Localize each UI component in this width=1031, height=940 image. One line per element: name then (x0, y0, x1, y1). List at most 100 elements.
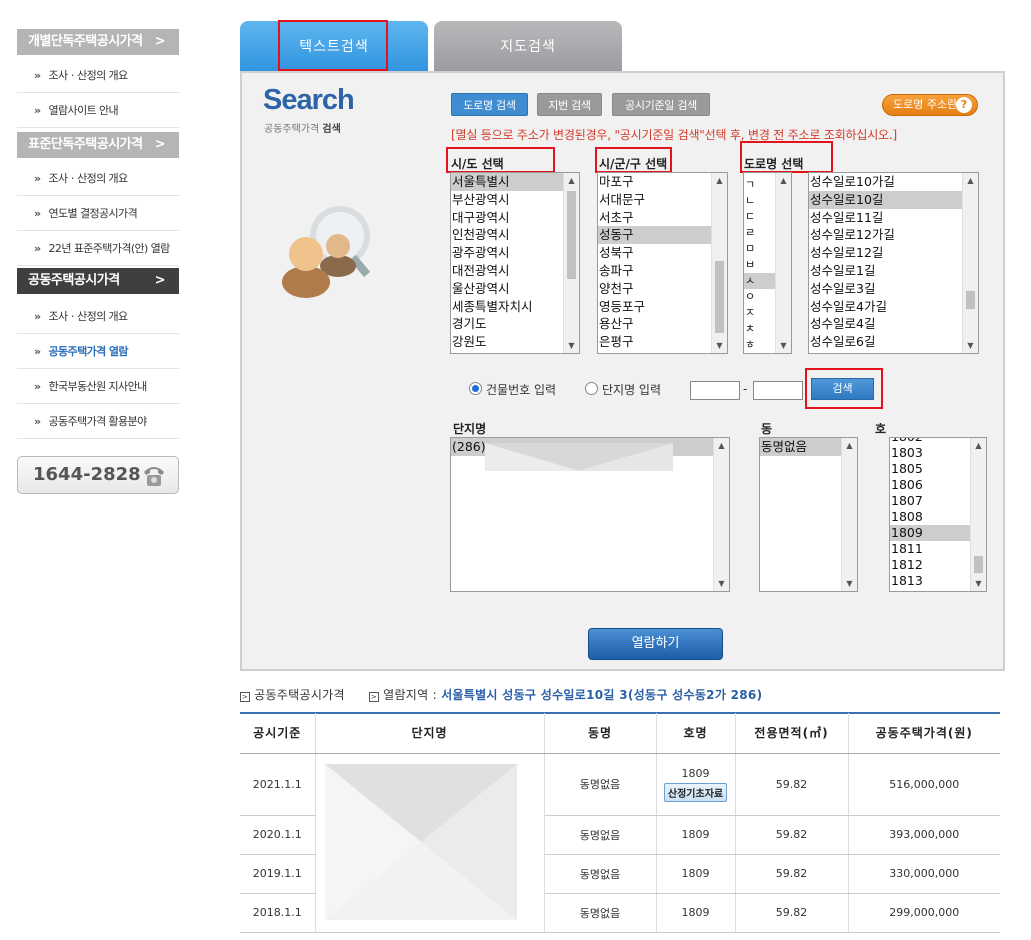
col-header: 공시기준 (240, 713, 316, 754)
list-item[interactable]: 1802 (890, 438, 970, 445)
list-item[interactable]: 동명없음 (760, 438, 841, 456)
list-item[interactable]: 성수일로11길 (809, 209, 962, 227)
list-item[interactable]: 송파구 (598, 262, 711, 280)
ho-select[interactable]: 1802180318051806180718081809181118121813… (889, 437, 987, 592)
sigungu-select[interactable]: 마포구 서대문구 서초구 성동구 성북구 송파구 양천구 영등포구 용산구 은평구 ▲ ▼ (597, 172, 728, 354)
complex-label: 단지명 (453, 422, 487, 436)
list-item[interactable]: 1811 (890, 541, 970, 557)
scrollbar[interactable]: ▲ ▼ (962, 173, 978, 353)
list-item[interactable]: 서울특별시 (451, 173, 563, 191)
sidebar-item[interactable]: » 공동주택가격 활용분야 (17, 405, 179, 439)
list-item[interactable]: 1808 (890, 509, 970, 525)
date-search-button[interactable]: 공시기준일 검색 (612, 93, 710, 116)
list-item[interactable]: 성수일로6길 (809, 333, 962, 351)
list-item[interactable]: ㅈ (744, 305, 775, 321)
sidebar-item[interactable]: » 조사ㆍ산정의 개요 (17, 59, 179, 93)
list-item[interactable]: 양천구 (598, 280, 711, 298)
tab-text-search[interactable]: 텍스트검색 (240, 21, 428, 73)
list-item[interactable]: 1813 (890, 573, 970, 589)
jibun-search-button[interactable]: 지번 검색 (537, 93, 602, 116)
list-item[interactable]: 경기도 (451, 315, 563, 333)
list-item[interactable]: ㄱ (744, 177, 775, 193)
building-number-radio[interactable]: 건물번호 입력 (469, 381, 556, 398)
building-number-sub-input[interactable] (753, 381, 803, 400)
list-item[interactable]: ㄴ (744, 193, 775, 209)
list-item[interactable]: 성수일로1길 (809, 262, 962, 280)
sidebar-item[interactable]: » 조사ㆍ산정의 개요 (17, 162, 179, 196)
list-item[interactable]: 울산광역시 (451, 280, 563, 298)
list-item[interactable]: 1809 (890, 525, 970, 541)
list-item[interactable]: 1807 (890, 493, 970, 509)
view-button[interactable]: 열람하기 (588, 628, 723, 660)
list-item[interactable]: 성수일로12길 (809, 244, 962, 262)
scrollbar[interactable]: ▲ ▼ (970, 438, 986, 591)
arrow-icon: » (34, 69, 41, 82)
list-item[interactable]: 성수일로3길 (809, 280, 962, 298)
list-item[interactable]: 서대문구 (598, 191, 711, 209)
sidebar-header-apartment[interactable]: 공동주택공시가격 > (17, 268, 179, 294)
list-item[interactable]: 강원도 (451, 333, 563, 351)
sidebar-item[interactable]: » 한국부동산원 지사안내 (17, 370, 179, 404)
notice-text: [멸실 등으로 주소가 변경된경우, "공시기준일 검색"선택 후, 변경 전 … (451, 128, 897, 142)
list-item[interactable]: 서초구 (598, 209, 711, 227)
scrollbar[interactable]: ▲ ▼ (711, 173, 727, 353)
sidebar-item[interactable]: » 22년 표준주택가격(안) 열람 (17, 232, 179, 266)
list-item[interactable]: 광주광역시 (451, 244, 563, 262)
scrollbar[interactable]: ▲ ▼ (841, 438, 857, 591)
sidebar-item[interactable]: » 열람사이트 안내 (17, 94, 179, 128)
list-item[interactable]: 대구광역시 (451, 209, 563, 227)
list-item[interactable]: ㅇ (744, 289, 775, 305)
sidebar-item[interactable]: » 연도별 결정공시가격 (17, 197, 179, 231)
arrow-box-icon: > (368, 692, 379, 702)
list-item[interactable]: 대전광역시 (451, 262, 563, 280)
list-item[interactable]: ㄹ (744, 225, 775, 241)
list-item[interactable]: 성수일로10길 (809, 190, 962, 209)
list-item[interactable]: ㅁ (744, 241, 775, 257)
complex-name-radio[interactable]: 단지명 입력 (585, 381, 661, 398)
list-item[interactable]: 성수일로4가길 (809, 298, 962, 316)
list-item[interactable]: ㅂ (744, 257, 775, 273)
list-item[interactable]: ㅊ (744, 321, 775, 337)
list-item[interactable]: 성수일로12가길 (809, 226, 962, 244)
list-item[interactable]: 영등포구 (598, 298, 711, 316)
scroll-up-icon: ▲ (568, 176, 575, 185)
list-item[interactable]: 용산구 (598, 315, 711, 333)
list-item[interactable]: ㅅ (744, 273, 775, 289)
scrollbar[interactable]: ▲ ▼ (563, 173, 579, 353)
sidebar-header-individual[interactable]: 개별단독주택공시가격 > (17, 29, 179, 55)
tab-map-search[interactable]: 지도검색 (434, 21, 622, 73)
sidebar-item[interactable]: » 조사ㆍ산정의 개요 (17, 300, 179, 334)
list-item[interactable]: 은평구 (598, 333, 711, 351)
list-item[interactable]: 1812 (890, 557, 970, 573)
list-item[interactable]: ㄷ (744, 209, 775, 225)
scrollbar[interactable]: ▲ ▼ (775, 173, 791, 353)
sidebar-header-standard[interactable]: 표준단독주택공시가격 > (17, 132, 179, 158)
building-number-main-input[interactable] (690, 381, 740, 400)
redacted-overlay (324, 763, 517, 920)
list-item[interactable]: 1806 (890, 477, 970, 493)
list-item[interactable]: 성동구 (598, 226, 711, 245)
scrollbar[interactable]: ▲ ▼ (713, 438, 729, 591)
scroll-up-icon: ▲ (718, 441, 725, 450)
list-item[interactable]: 1805 (890, 461, 970, 477)
sido-select[interactable]: 서울특별시 부산광역시 대구광역시 인천광역시 광주광역시 대전광역시 울산광역시 세종특별자… (450, 172, 580, 354)
sidebar-item-current[interactable]: » 공동주택가격 열람 (17, 335, 179, 369)
complex-select[interactable]: (286) ▲ ▼ (450, 437, 730, 592)
road-search-button[interactable]: 도로명 검색 (451, 93, 528, 116)
road-select[interactable]: 성수일로10가길 성수일로10길 성수일로11길 성수일로12가길 성수일로12길 성수일… (808, 172, 979, 354)
list-item[interactable]: 성북구 (598, 244, 711, 262)
consonant-select[interactable]: ㄱㄴㄷㄹㅁㅂㅅㅇㅈㅊㅎ ▲ ▼ (743, 172, 792, 354)
list-item[interactable]: 세종특별자치시 (451, 298, 563, 316)
search-button[interactable]: 검색 (811, 378, 874, 400)
table-row: 2021.1.1 동명없음 1809 산정기초자료 59.82 516,000,0… (240, 753, 1000, 933)
list-item[interactable]: 부산광역시 (451, 191, 563, 209)
road-address-button[interactable]: 도로명 주소란? (882, 94, 978, 116)
calc-data-button[interactable]: 산정기초자료 (663, 782, 728, 802)
list-item[interactable]: 성수일로4길 (809, 315, 962, 333)
list-item[interactable]: 인천광역시 (451, 226, 563, 244)
list-item[interactable]: 성수일로10가길 (809, 173, 962, 191)
list-item[interactable]: 마포구 (598, 173, 711, 191)
list-item[interactable]: ㅎ (744, 337, 775, 353)
list-item[interactable]: 1803 (890, 445, 970, 461)
dong-select[interactable]: 동명없음 ▲ ▼ (759, 437, 858, 592)
